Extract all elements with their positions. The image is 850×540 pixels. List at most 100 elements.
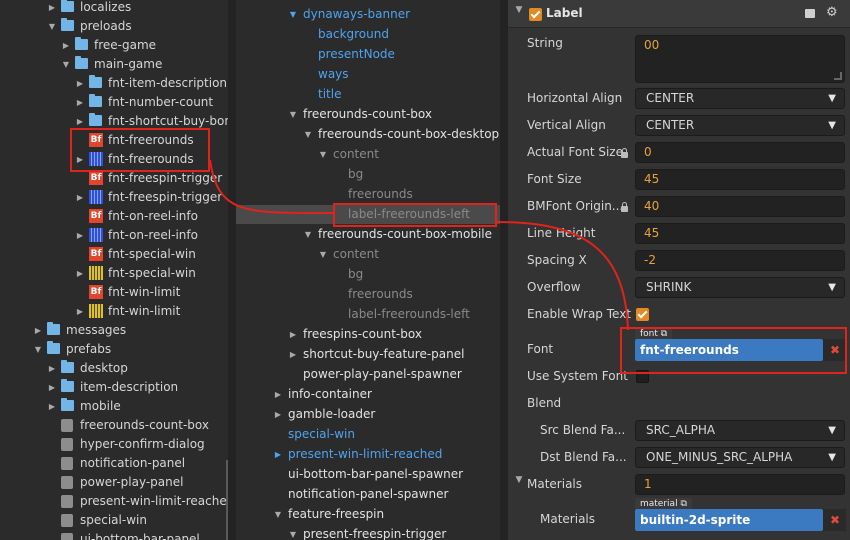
node-tree-item[interactable]: ▼ present-freespin-trigger	[236, 525, 500, 540]
node-tree-item[interactable]: ▶ info-container	[236, 385, 500, 404]
node-tree-item[interactable]: ▶ freespins-count-box	[236, 325, 500, 344]
asset-tree-item[interactable]: ▶ desktop	[0, 359, 228, 378]
chevron-right-icon[interactable]: ▶	[75, 93, 85, 112]
chevron-right-icon[interactable]: ▶	[33, 321, 43, 340]
node-tree-item[interactable]: ▼ dynaways-banner	[236, 5, 500, 24]
node-tree-item[interactable]: ▼ content	[236, 145, 500, 164]
chevron-right-icon[interactable]: ▶	[75, 226, 85, 245]
chevron-right-icon[interactable]: ▶	[75, 302, 85, 321]
spacing-x-field[interactable]: -2	[635, 250, 845, 271]
panel-divider[interactable]	[228, 0, 236, 540]
node-tree-item[interactable]: ui-bottom-bar-panel-spawner	[236, 465, 500, 484]
asset-tree-item[interactable]: ▶ item-description	[0, 378, 228, 397]
asset-tree-item[interactable]: Bf fnt-freerounds	[0, 131, 228, 150]
chevron-right-icon[interactable]: ▶	[75, 112, 85, 131]
asset-tree-item[interactable]: ▼ preloads	[0, 17, 228, 36]
chevron-down-icon[interactable]: ▼	[47, 17, 57, 36]
node-tree-item[interactable]: label-freerounds-left	[236, 305, 500, 324]
chevron-right-icon[interactable]: ▶	[75, 188, 85, 207]
chevron-right-icon[interactable]: ▶	[47, 378, 57, 397]
chevron-right-icon[interactable]: ▶	[47, 359, 57, 378]
chevron-right-icon[interactable]: ▶	[75, 74, 85, 93]
asset-tree-item[interactable]: hyper-confirm-dialog	[0, 435, 228, 454]
chevron-down-icon[interactable]: ▼	[303, 225, 313, 244]
asset-tree-item[interactable]: ▶ localizes	[0, 0, 228, 17]
node-tree-item[interactable]: background	[236, 25, 500, 44]
node-tree-item[interactable]: special-win	[236, 425, 500, 444]
asset-tree-item[interactable]: ▶ fnt-freerounds	[0, 150, 228, 169]
actual-font-size-field[interactable]: 0	[635, 142, 845, 163]
node-tree-item[interactable]: ▼ freerounds-count-box	[236, 105, 500, 124]
external-link-icon[interactable]: ⧉	[661, 329, 667, 339]
asset-tree-item[interactable]: ▶ fnt-win-limit	[0, 302, 228, 321]
chevron-down-icon[interactable]: ▼	[318, 245, 328, 264]
chevron-right-icon[interactable]: ▶	[47, 397, 57, 416]
chevron-down-icon[interactable]: ▼	[273, 505, 283, 524]
chevron-right-icon[interactable]: ▶	[288, 325, 298, 344]
line-height-field[interactable]: 45	[635, 223, 845, 244]
node-tree-item[interactable]: ▼ freerounds-count-box-mobile	[236, 225, 500, 244]
asset-tree-item[interactable]: ▶ fnt-special-win	[0, 264, 228, 283]
node-tree-item[interactable]: presentNode	[236, 45, 500, 64]
asset-tree-item[interactable]: ui-bottom-bar-panel	[0, 530, 228, 540]
materials-count-field[interactable]: 1	[635, 474, 845, 495]
node-tree-item[interactable]: power-play-panel-spawner	[236, 365, 500, 384]
asset-tree-item[interactable]: ▶ fnt-item-description	[0, 74, 228, 93]
asset-tree-item[interactable]: freerounds-count-box	[0, 416, 228, 435]
node-tree-item[interactable]: freerounds	[236, 285, 500, 304]
asset-tree-item[interactable]: ▶ fnt-number-count	[0, 93, 228, 112]
chevron-down-icon[interactable]: ▼	[288, 5, 298, 24]
asset-tree-item[interactable]: ▶ fnt-shortcut-buy-bonus	[0, 112, 228, 131]
asset-tree-item[interactable]: notification-panel	[0, 454, 228, 473]
chevron-down-icon[interactable]: ▼	[61, 55, 71, 74]
asset-tree-item[interactable]: ▼ main-game	[0, 55, 228, 74]
node-tree-item[interactable]: ▶ shortcut-buy-feature-panel	[236, 345, 500, 364]
chevron-down-icon[interactable]: ▼	[288, 525, 298, 540]
asset-tree-item[interactable]: special-win	[0, 511, 228, 530]
material-asset-field[interactable]: builtin-2d-sprite ✖	[635, 509, 846, 531]
asset-tree-item[interactable]: Bf fnt-win-limit	[0, 283, 228, 302]
overflow-select[interactable]: SHRINK ▼	[635, 277, 845, 298]
node-tree-item[interactable]: label-freerounds-left	[236, 205, 500, 224]
chevron-right-icon[interactable]: ▶	[75, 150, 85, 169]
materials-collapse-arrow-icon[interactable]: ▼	[514, 475, 524, 485]
material-asset-value[interactable]: builtin-2d-sprite	[635, 509, 823, 531]
node-tree-item[interactable]: bg	[236, 265, 500, 284]
node-tree-item[interactable]: ▶ present-win-limit-reached	[236, 445, 500, 464]
chevron-right-icon[interactable]: ▶	[61, 36, 71, 55]
node-tree-item[interactable]: notification-panel-spawner	[236, 485, 500, 504]
asset-tree-item[interactable]: ▼ prefabs	[0, 340, 228, 359]
asset-tree-item[interactable]: power-play-panel	[0, 473, 228, 492]
asset-tree-item[interactable]: ▶ messages	[0, 321, 228, 340]
src-blend-select[interactable]: SRC_ALPHA ▼	[635, 420, 845, 441]
asset-tree-item[interactable]: Bf fnt-special-win	[0, 245, 228, 264]
chevron-down-icon[interactable]: ▼	[288, 105, 298, 124]
asset-tree-item[interactable]: ▶ mobile	[0, 397, 228, 416]
horizontal-align-select[interactable]: CENTER ▼	[635, 88, 845, 109]
panel-divider[interactable]	[500, 0, 508, 540]
asset-tree-item[interactable]: Bf fnt-freespin-trigger	[0, 169, 228, 188]
node-tree-item[interactable]: title	[236, 85, 500, 104]
vertical-align-select[interactable]: CENTER ▼	[635, 115, 845, 136]
asset-tree-item[interactable]: Bf fnt-on-reel-info	[0, 207, 228, 226]
bmfont-origin-field[interactable]: 40	[635, 196, 845, 217]
chevron-down-icon[interactable]: ▼	[318, 145, 328, 164]
chevron-right-icon[interactable]: ▶	[273, 405, 283, 424]
chevron-down-icon[interactable]: ▼	[303, 125, 313, 144]
node-tree-item[interactable]: ▼ content	[236, 245, 500, 264]
chevron-right-icon[interactable]: ▶	[273, 385, 283, 404]
font-asset-value[interactable]: fnt-freerounds	[635, 339, 823, 361]
clear-font-icon[interactable]: ✖	[824, 339, 846, 361]
string-textarea[interactable]: 00	[635, 35, 845, 83]
external-link-icon[interactable]: ⧉	[680, 499, 686, 509]
node-tree-item[interactable]: ▼ feature-freespin	[236, 505, 500, 524]
chevron-down-icon[interactable]: ▼	[33, 340, 43, 359]
node-tree-item[interactable]: bg	[236, 165, 500, 184]
resize-grip-icon[interactable]	[834, 72, 842, 80]
dst-blend-select[interactable]: ONE_MINUS_SRC_ALPHA ▼	[635, 447, 845, 468]
enable-wrap-checkbox[interactable]	[636, 308, 649, 321]
node-tree-item[interactable]: ways	[236, 65, 500, 84]
clear-material-icon[interactable]: ✖	[824, 509, 846, 531]
chevron-right-icon[interactable]: ▶	[75, 264, 85, 283]
font-asset-field[interactable]: fnt-freerounds ✖	[635, 339, 846, 361]
